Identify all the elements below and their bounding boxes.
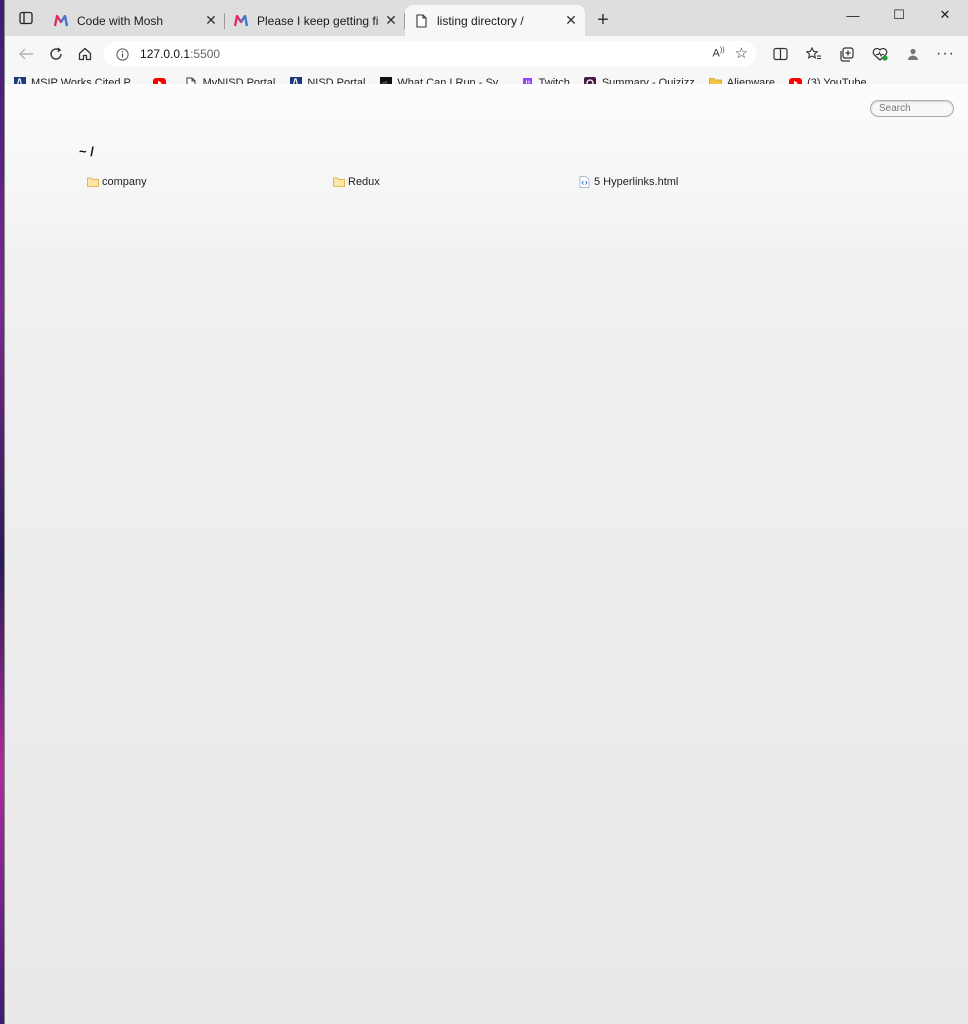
read-aloud-icon[interactable]: A)) — [713, 47, 725, 61]
minimize-icon[interactable]: — — [830, 0, 876, 30]
browser-window: Code with Mosh ✕ Please I keep getting f… — [4, 0, 968, 1024]
file-name: company — [102, 176, 147, 188]
tab-strip: Code with Mosh ✕ Please I keep getting f… — [5, 0, 968, 36]
folder-icon — [87, 176, 100, 188]
navigation-toolbar: 127.0.0.1:5500 A)) ☆ ··· — [5, 36, 968, 72]
maximize-icon[interactable]: ☐ — [876, 0, 922, 30]
url-host: 127.0.0.1 — [140, 47, 191, 61]
tab-title: Please I keep getting file and dir — [257, 13, 379, 28]
tab-title: Code with Mosh — [77, 13, 164, 28]
favorites-icon[interactable] — [797, 39, 830, 69]
mosh-logo-icon — [53, 13, 69, 29]
close-icon[interactable]: ✕ — [563, 12, 579, 29]
tab-actions-icon[interactable] — [11, 3, 41, 33]
url-text: 127.0.0.1:5500 — [140, 47, 713, 61]
more-options-icon[interactable]: ··· — [929, 39, 962, 69]
close-window-icon[interactable]: ✕ — [922, 0, 968, 30]
url-port: :5500 — [190, 47, 221, 61]
folder-icon — [333, 176, 346, 188]
close-icon[interactable]: ✕ — [383, 12, 399, 29]
address-bar[interactable]: 127.0.0.1:5500 A)) ☆ — [104, 41, 757, 67]
site-info-icon[interactable] — [112, 44, 132, 64]
home-icon[interactable] — [70, 39, 100, 69]
refresh-icon[interactable] — [41, 39, 71, 69]
tab-title: listing directory / — [437, 13, 524, 28]
list-item-folder-company[interactable]: company — [87, 176, 333, 188]
back-icon[interactable] — [11, 39, 41, 69]
new-tab-icon[interactable]: + — [589, 6, 617, 34]
file-name: 5 Hyperlinks.html — [594, 176, 679, 188]
tab-listing-directory[interactable]: listing directory / ✕ — [405, 5, 585, 36]
split-screen-icon[interactable] — [764, 39, 797, 69]
tab-forum-question[interactable]: Please I keep getting file and dir ✕ — [225, 5, 405, 36]
window-controls: — ☐ ✕ — [830, 0, 968, 30]
favorite-star-icon[interactable]: ☆ — [735, 46, 748, 61]
page-content: ~ / company Redux 5 Hyperlinks.html — [5, 84, 968, 1024]
page-icon — [413, 13, 429, 29]
file-list: company Redux 5 Hyperlinks.html — [87, 176, 825, 188]
tab-code-with-mosh[interactable]: Code with Mosh ✕ — [45, 5, 225, 36]
file-name: Redux — [348, 176, 380, 188]
html-file-icon — [579, 176, 592, 188]
mosh-logo-icon — [233, 13, 249, 29]
breadcrumb: ~ / — [79, 144, 94, 159]
browser-essentials-icon[interactable] — [863, 39, 896, 69]
close-icon[interactable]: ✕ — [203, 12, 219, 29]
profile-avatar-icon[interactable] — [896, 39, 929, 69]
list-item-folder-redux[interactable]: Redux — [333, 176, 579, 188]
collections-icon[interactable] — [830, 39, 863, 69]
list-item-file-html[interactable]: 5 Hyperlinks.html — [579, 176, 825, 188]
search-input[interactable] — [870, 100, 954, 117]
